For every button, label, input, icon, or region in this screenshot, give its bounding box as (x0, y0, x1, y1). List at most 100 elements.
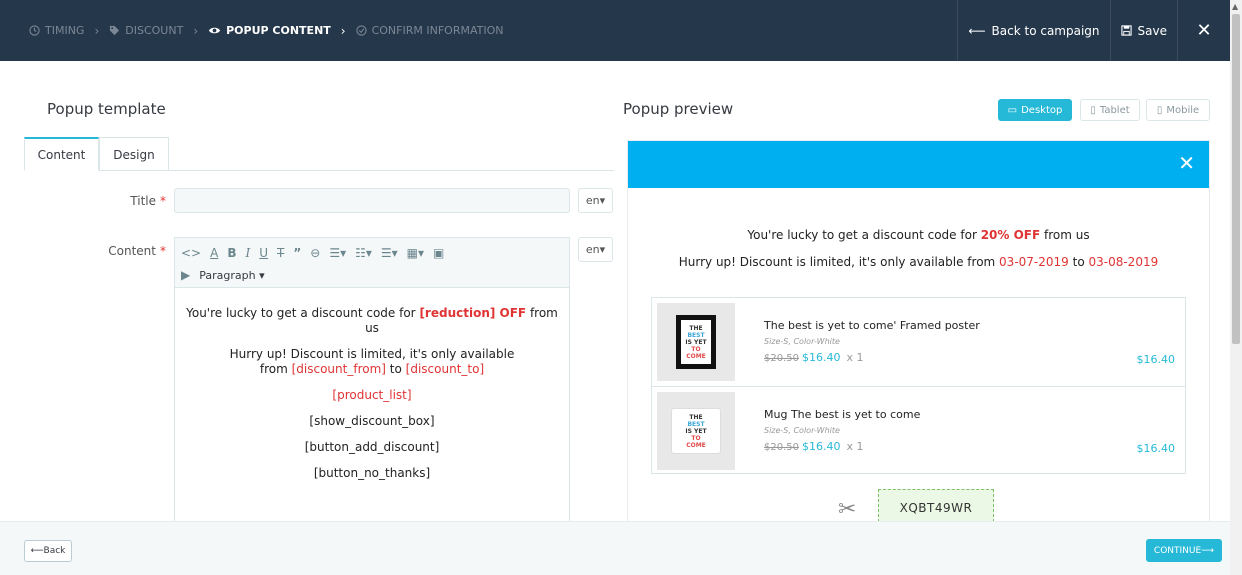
editor-toolbar: <> A B I U T ” ⊖ ☰▾ ☷▾ ☰▾ ▦▾ ▣ ▶ Paragra… (175, 238, 569, 288)
blockquote-icon[interactable]: ” (293, 246, 301, 260)
popup-template-heading: Popup template (47, 100, 166, 118)
product-list-token: [product_list] (332, 388, 412, 402)
thumb-text: THE (689, 324, 703, 332)
step-popup-content[interactable]: POPUP CONTENT (208, 24, 331, 37)
product-list: THE BEST IS YET TO COME The best is yet … (651, 297, 1186, 474)
italic-icon[interactable]: I (245, 246, 250, 260)
content-language-dropdown[interactable]: en ▾ (578, 237, 613, 262)
continue-button[interactable]: CONTINUE ⟶ (1146, 539, 1222, 562)
product-image: THE BEST IS YET TO COME (657, 303, 735, 381)
scrollbar-thumb[interactable] (1232, 14, 1240, 344)
tab-content[interactable]: Content (24, 137, 99, 171)
monitor-icon: ▭ (1007, 104, 1018, 116)
product-total: $16.40 (1136, 353, 1176, 366)
thumb-text: BEST (687, 420, 705, 428)
page-scrollbar[interactable]: ▲ (1230, 0, 1242, 575)
language-code: en (585, 194, 600, 207)
tag-icon (110, 25, 120, 36)
text: You're lucky to get a discount code for (186, 306, 420, 320)
required-mark: * (160, 194, 166, 208)
step-timing[interactable]: TIMING (29, 24, 84, 37)
bullet-list-icon[interactable]: ☷▾ (355, 246, 372, 260)
link-icon[interactable]: ⊖ (310, 246, 320, 260)
text-color-icon[interactable]: A (210, 246, 218, 260)
scroll-up-arrow-icon[interactable]: ▲ (1232, 2, 1238, 11)
image-icon[interactable]: ▣ (433, 246, 444, 260)
preview-discount-line: You're lucky to get a discount code for … (628, 228, 1209, 242)
title-field-label: Title * (80, 194, 166, 208)
title-label-text: Title (130, 194, 156, 208)
quantity: x 1 (846, 351, 864, 364)
device-label: Desktop (1021, 104, 1063, 116)
thumb-text: IS YET (685, 338, 707, 346)
block-format-value: Paragraph (199, 268, 256, 282)
bold-icon[interactable]: B (227, 246, 236, 260)
title-input[interactable] (174, 188, 570, 213)
old-price: $20.50 (764, 442, 799, 453)
close-icon: ✕ (1196, 20, 1212, 41)
table-icon[interactable]: ▦▾ (407, 246, 424, 260)
quantity: x 1 (846, 440, 864, 453)
product-row: THE BEST IS YET TO COME The best is yet … (652, 298, 1185, 386)
thumb-text: TO (691, 345, 701, 353)
step-separator: › (340, 23, 346, 38)
discount-from-token: [discount_from] (291, 362, 386, 376)
content-field-label: Content * (80, 244, 166, 258)
underline-icon[interactable]: U (259, 246, 268, 260)
content-rich-text-editor[interactable]: <> A B I U T ” ⊖ ☰▾ ☷▾ ☰▾ ▦▾ ▣ ▶ Paragra… (174, 237, 570, 527)
text: to (385, 362, 406, 376)
back-to-campaign-label: Back to campaign (991, 23, 1100, 38)
tab-design[interactable]: Design (99, 137, 169, 171)
step-discount[interactable]: DISCOUNT (109, 24, 183, 37)
clock-icon (29, 25, 40, 36)
source-code-icon[interactable]: <> (181, 246, 201, 260)
discount-to-token: [discount_to] (405, 362, 485, 376)
text: to (1068, 255, 1089, 269)
title-language-dropdown[interactable]: en ▾ (578, 188, 613, 213)
text: You're lucky to get a discount code for (747, 228, 981, 242)
step-label: DISCOUNT (125, 24, 184, 37)
arrow-left-icon: ⟵ (30, 546, 44, 556)
back-button[interactable]: ⟵ Back (24, 540, 72, 562)
tablet-icon: ▯ (1090, 104, 1096, 116)
strikethrough-icon[interactable]: T (277, 246, 284, 260)
date-to: 03-08-2019 (1088, 255, 1159, 269)
thumb-text: COME (686, 441, 706, 449)
popup-preview-heading: Popup preview (623, 100, 734, 118)
product-attributes: Size-S, Color-White (764, 337, 840, 346)
new-price: $16.40 (802, 351, 841, 364)
date-from: 03-07-2019 (999, 255, 1069, 269)
block-format-select[interactable]: Paragraph ▾ (199, 269, 264, 282)
required-mark: * (160, 244, 166, 258)
product-price: $20.50 $16.40 x 1 (764, 351, 864, 364)
header-actions: ⟵ Back to campaign Save ✕ (957, 0, 1230, 61)
step-confirm-information[interactable]: CONFIRM INFORMATION (355, 24, 503, 37)
save-label: Save (1137, 23, 1167, 38)
popup-close-icon[interactable]: ✕ (1178, 152, 1195, 174)
align-icon[interactable]: ☰▾ (329, 246, 346, 260)
language-code: en (585, 243, 600, 256)
device-tablet-button[interactable]: ▯ Tablet (1080, 99, 1140, 121)
product-price: $20.50 $16.40 x 1 (764, 440, 864, 453)
old-price: $20.50 (764, 353, 799, 364)
product-attributes: Size-S, Color-White (764, 426, 840, 435)
eye-icon (209, 27, 221, 34)
check-circle-icon (355, 25, 367, 36)
arrow-left-icon: ⟵ (968, 23, 986, 38)
editor-body[interactable]: You're lucky to get a discount code for … (175, 288, 569, 510)
numbered-list-icon[interactable]: ☰▾ (381, 246, 398, 260)
device-mobile-button[interactable]: ▯ Mobile (1146, 99, 1210, 121)
close-button[interactable]: ✕ (1177, 0, 1230, 61)
text: Hurry up! Discount is limited, it's only… (678, 255, 1000, 269)
media-icon[interactable]: ▶ (181, 268, 190, 282)
poster-image: THE BEST IS YET TO COME (676, 315, 716, 369)
product-total: $16.40 (1136, 442, 1176, 455)
back-to-campaign-button[interactable]: ⟵ Back to campaign (957, 0, 1109, 61)
back-label: Back (43, 546, 66, 556)
save-button[interactable]: Save (1109, 0, 1177, 61)
popup-preview-frame: ✕ You're lucky to get a discount code fo… (627, 140, 1210, 540)
step-separator: › (193, 23, 199, 38)
text: from (259, 362, 292, 376)
thumb-text: THE (689, 413, 703, 421)
device-desktop-button[interactable]: ▭ Desktop (998, 99, 1072, 121)
